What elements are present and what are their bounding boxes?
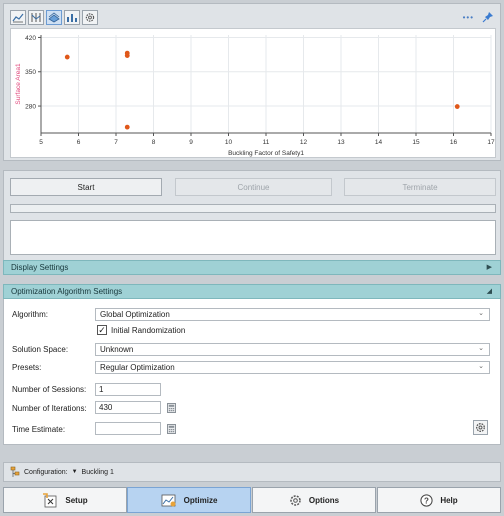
bar-chart-button[interactable] bbox=[64, 10, 80, 25]
x-tick-label: 5 bbox=[39, 139, 43, 146]
y-tick-label: 420 bbox=[25, 35, 36, 42]
line-chart-button[interactable] bbox=[10, 10, 26, 25]
data-point bbox=[124, 53, 130, 58]
data-point bbox=[64, 54, 70, 60]
sessions-input[interactable]: 1 bbox=[95, 383, 161, 396]
surface-plot-button[interactable] bbox=[46, 10, 62, 25]
chevron-down-icon: ⌄ bbox=[478, 345, 484, 352]
scatter-plot-svg: 5 6 7 8 9 10 11 12 13 14 15 16 17 280 350 420 Buckling F… bbox=[15, 35, 495, 157]
solution-space-value: Unknown bbox=[100, 345, 134, 354]
progress-bar bbox=[10, 204, 496, 213]
x-tick-label: 9 bbox=[189, 139, 193, 146]
help-button[interactable]: ? Help bbox=[377, 487, 501, 513]
run-controls-panel: Start Continue Terminate bbox=[3, 170, 501, 262]
x-axis-label: Buckling Factor of Safety1 bbox=[228, 150, 304, 157]
y-axis-label: Surface Area1 bbox=[15, 63, 22, 105]
x-tick-label: 17 bbox=[487, 139, 495, 146]
data-point bbox=[124, 124, 130, 130]
iterations-input[interactable]: 430 bbox=[95, 401, 161, 414]
y-tick-label: 350 bbox=[25, 69, 36, 76]
x-tick-label: 11 bbox=[263, 139, 270, 146]
bar-chart-icon bbox=[67, 14, 77, 22]
x-tick-label: 16 bbox=[450, 139, 458, 146]
help-label: Help bbox=[440, 495, 458, 505]
initial-randomization-row: ✓ Initial Randomization bbox=[97, 325, 185, 335]
algorithm-settings-header[interactable]: Optimization Algorithm Settings ◢ bbox=[3, 284, 501, 299]
optimize-label: Optimize bbox=[183, 495, 218, 505]
chart-top-actions: ••• bbox=[463, 11, 494, 23]
chevron-down-icon: ⌄ bbox=[478, 363, 484, 370]
svg-text:?: ? bbox=[424, 496, 429, 505]
x-tick-label: 12 bbox=[300, 139, 308, 146]
x-tick-label: 8 bbox=[152, 139, 156, 146]
settings-icon bbox=[85, 13, 95, 22]
parallel-plot-icon bbox=[31, 13, 41, 22]
time-estimate-label: Time Estimate: bbox=[12, 425, 66, 434]
chart-toolbar bbox=[10, 10, 98, 25]
surface-plot-icon bbox=[48, 12, 60, 23]
presets-label: Presets: bbox=[12, 363, 42, 372]
more-options-icon[interactable]: ••• bbox=[463, 13, 474, 22]
x-tick-label: 10 bbox=[225, 139, 233, 146]
algorithm-label: Algorithm: bbox=[12, 310, 49, 319]
x-tick-label: 7 bbox=[114, 139, 118, 146]
help-icon: ? bbox=[420, 493, 433, 507]
pin-icon[interactable] bbox=[482, 11, 494, 23]
continue-button[interactable]: Continue bbox=[175, 178, 332, 196]
configuration-bar: Configuration: ▼ Buckling 1 bbox=[3, 462, 501, 482]
data-point bbox=[454, 104, 460, 109]
solution-space-label: Solution Space: bbox=[12, 345, 69, 354]
algorithm-dropdown[interactable]: Global Optimization ⌄ bbox=[95, 308, 490, 321]
configuration-dropdown-arrow-icon[interactable]: ▼ bbox=[72, 469, 78, 475]
options-label: Options bbox=[308, 495, 340, 505]
x-tick-label: 6 bbox=[77, 139, 81, 146]
optimize-button[interactable]: Optimize bbox=[127, 487, 251, 513]
chart-settings-button[interactable] bbox=[82, 10, 98, 25]
display-settings-title: Display Settings bbox=[11, 263, 69, 272]
x-tick-label: 14 bbox=[375, 139, 383, 146]
algorithm-settings-title: Optimization Algorithm Settings bbox=[11, 287, 123, 296]
configuration-label: Configuration: bbox=[24, 468, 68, 476]
advanced-settings-button[interactable] bbox=[473, 420, 488, 435]
presets-dropdown[interactable]: Regular Optimization ⌄ bbox=[95, 361, 490, 374]
iterations-label: Number of Iterations: bbox=[12, 404, 87, 413]
chart-panel: ••• 5 6 7 8 9 10 11 12 13 14 15 16 17 280 350 420 Buckli… bbox=[3, 3, 501, 161]
presets-value: Regular Optimization bbox=[100, 363, 175, 372]
chevron-down-icon: ⌄ bbox=[478, 310, 484, 317]
start-button[interactable]: Start bbox=[10, 178, 162, 196]
line-chart-icon bbox=[12, 13, 24, 23]
x-tick-label: 15 bbox=[412, 139, 420, 146]
display-settings-header[interactable]: Display Settings ▶ bbox=[3, 260, 501, 275]
time-estimate-input[interactable] bbox=[95, 422, 161, 435]
calculator-icon[interactable] bbox=[167, 424, 176, 434]
algorithm-value: Global Optimization bbox=[100, 310, 170, 319]
setup-button[interactable]: Setup bbox=[3, 487, 127, 513]
optimize-icon bbox=[161, 494, 176, 506]
initial-randomization-label: Initial Randomization bbox=[111, 325, 186, 335]
scatter-chart: 5 6 7 8 9 10 11 12 13 14 15 16 17 280 350 420 Buckling F… bbox=[10, 28, 496, 158]
initial-randomization-checkbox[interactable]: ✓ bbox=[97, 325, 107, 335]
setup-label: Setup bbox=[65, 495, 88, 505]
expand-arrow-icon: ▶ bbox=[486, 264, 492, 271]
parallel-plot-button[interactable] bbox=[28, 10, 44, 25]
options-button[interactable]: Options bbox=[252, 487, 376, 513]
x-tick-label: 13 bbox=[337, 139, 345, 146]
terminate-button[interactable]: Terminate bbox=[344, 178, 496, 196]
calculator-icon[interactable] bbox=[167, 403, 176, 413]
setup-icon bbox=[43, 492, 57, 507]
configuration-value[interactable]: Buckling 1 bbox=[82, 469, 114, 476]
solution-space-dropdown[interactable]: Unknown ⌄ bbox=[95, 343, 490, 356]
output-log bbox=[10, 220, 496, 255]
collapse-arrow-icon: ◢ bbox=[486, 288, 492, 295]
gear-icon bbox=[476, 423, 485, 432]
configuration-icon bbox=[10, 466, 20, 477]
y-tick-label: 280 bbox=[25, 103, 36, 110]
gear-icon bbox=[290, 494, 301, 506]
sessions-label: Number of Sessions: bbox=[12, 385, 87, 394]
